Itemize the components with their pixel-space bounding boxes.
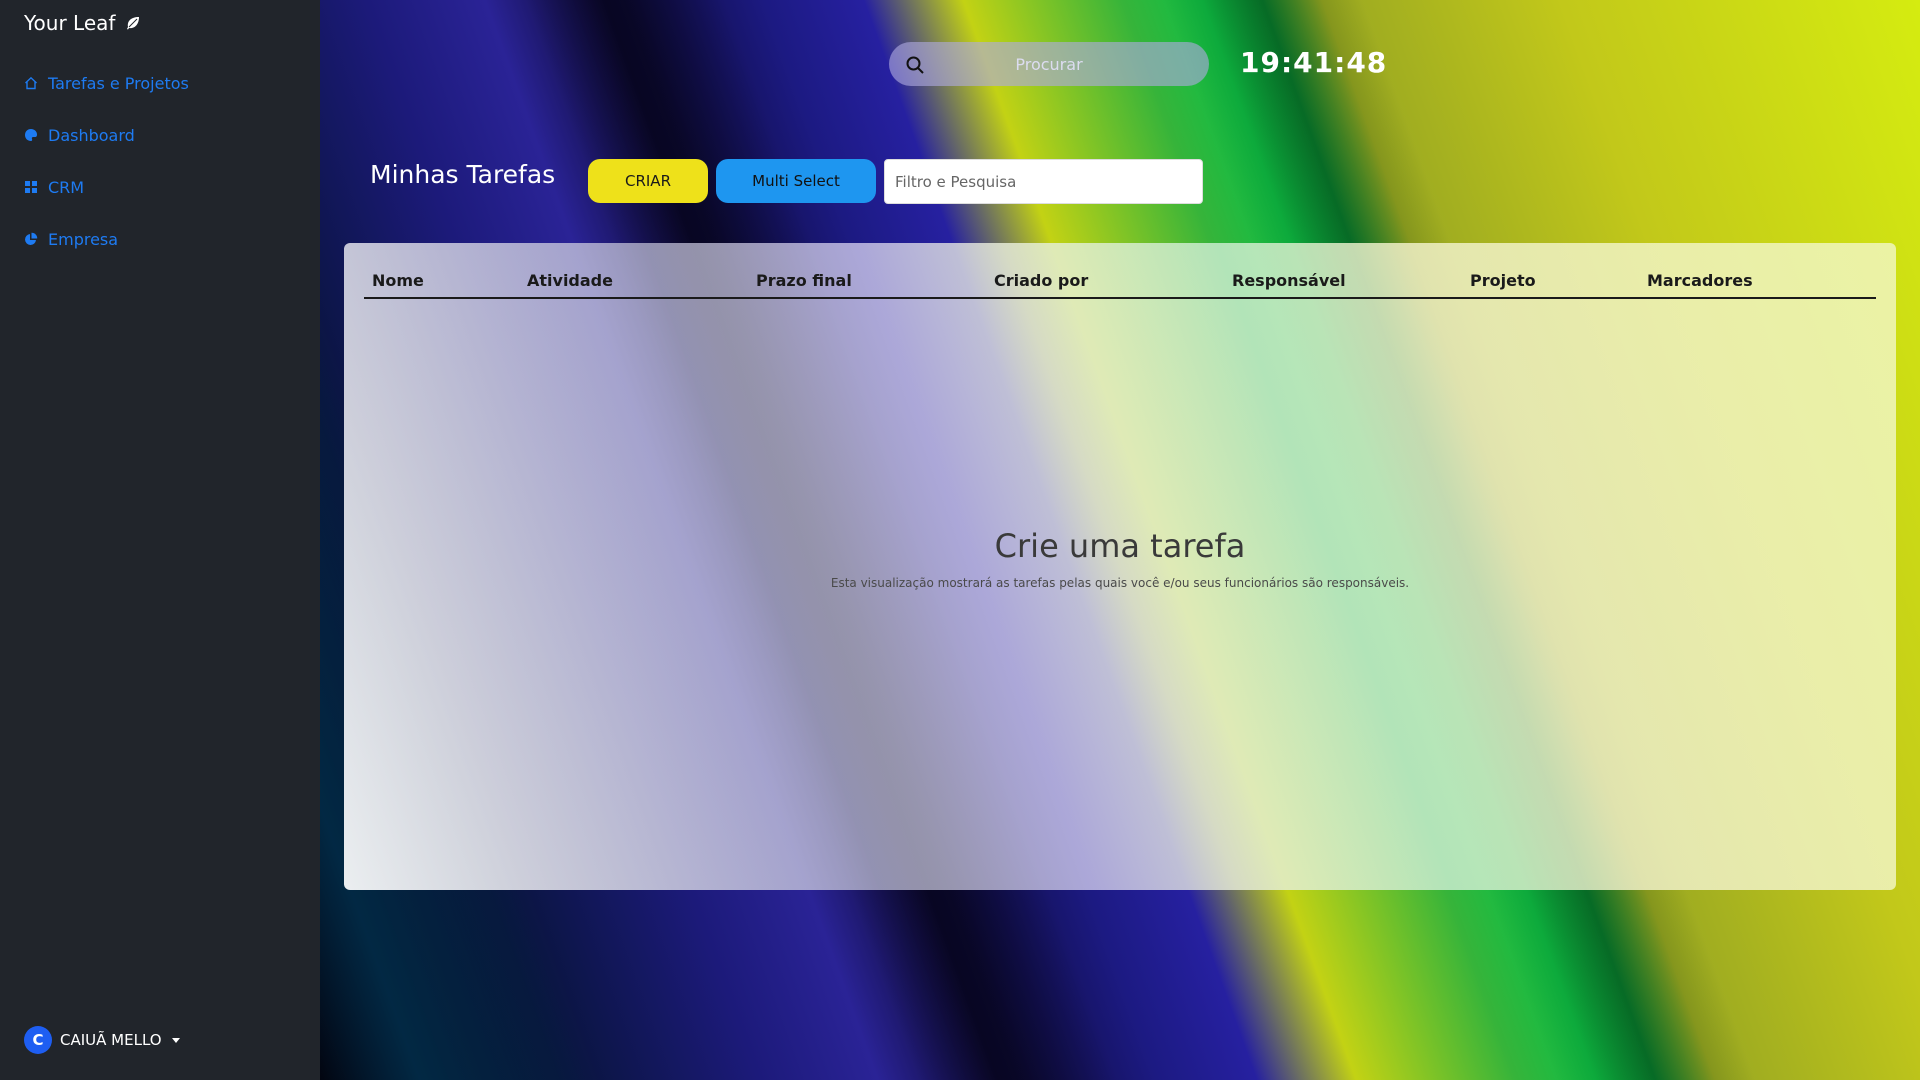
column-header-nome[interactable]: Nome <box>372 271 424 290</box>
search-input[interactable]: Procurar <box>889 42 1209 86</box>
empty-state-subtitle: Esta visualização mostrará as tarefas pe… <box>830 576 1410 590</box>
sidebar: Your Leaf Tarefas e Projetos Dashboard C… <box>0 0 320 1080</box>
sidebar-nav: Tarefas e Projetos Dashboard CRM Empresa <box>24 70 189 278</box>
brand[interactable]: Your Leaf <box>24 10 141 36</box>
brand-name: Your Leaf <box>24 11 116 35</box>
sidebar-item-empresa[interactable]: Empresa <box>24 226 189 252</box>
column-header-marcadores[interactable]: Marcadores <box>1647 271 1753 290</box>
search-placeholder: Procurar <box>1015 54 1083 74</box>
sidebar-item-label: Empresa <box>48 229 119 249</box>
search-icon <box>906 56 924 74</box>
sidebar-item-label: Tarefas e Projetos <box>48 73 189 93</box>
multi-select-button[interactable]: Multi Select <box>716 159 876 203</box>
filter-search-input[interactable]: Filtro e Pesquisa <box>884 159 1203 204</box>
column-header-criado-por[interactable]: Criado por <box>994 271 1088 290</box>
caret-down-icon <box>171 1037 180 1043</box>
column-header-atividade[interactable]: Atividade <box>527 271 613 290</box>
sidebar-item-tarefas[interactable]: Tarefas e Projetos <box>24 70 189 96</box>
avatar: C <box>24 1026 52 1054</box>
palette-icon <box>25 129 37 141</box>
sidebar-item-label: Dashboard <box>48 125 135 145</box>
grid-icon <box>25 181 37 193</box>
sidebar-item-label: CRM <box>48 177 85 197</box>
leaf-icon <box>127 17 140 30</box>
home-icon <box>25 76 37 90</box>
create-button[interactable]: CRIAR <box>588 159 708 203</box>
user-name: CAIUÃ MELLO <box>60 1031 162 1049</box>
clock: 19:41:48 <box>1240 46 1388 79</box>
table-header: Nome Atividade Prazo final Criado por Re… <box>364 271 1876 299</box>
sidebar-item-dashboard[interactable]: Dashboard <box>24 122 189 148</box>
page-title: Minhas Tarefas <box>370 160 556 189</box>
empty-state-title: Crie uma tarefa <box>994 527 1246 565</box>
user-menu[interactable]: C CAIUÃ MELLO <box>24 1026 180 1054</box>
column-header-responsavel[interactable]: Responsável <box>1232 271 1346 290</box>
tasks-panel: Nome Atividade Prazo final Criado por Re… <box>344 243 1896 890</box>
column-header-prazo-final[interactable]: Prazo final <box>756 271 852 290</box>
pie-chart-icon <box>25 232 38 245</box>
column-header-projeto[interactable]: Projeto <box>1470 271 1536 290</box>
sidebar-item-crm[interactable]: CRM <box>24 174 189 200</box>
